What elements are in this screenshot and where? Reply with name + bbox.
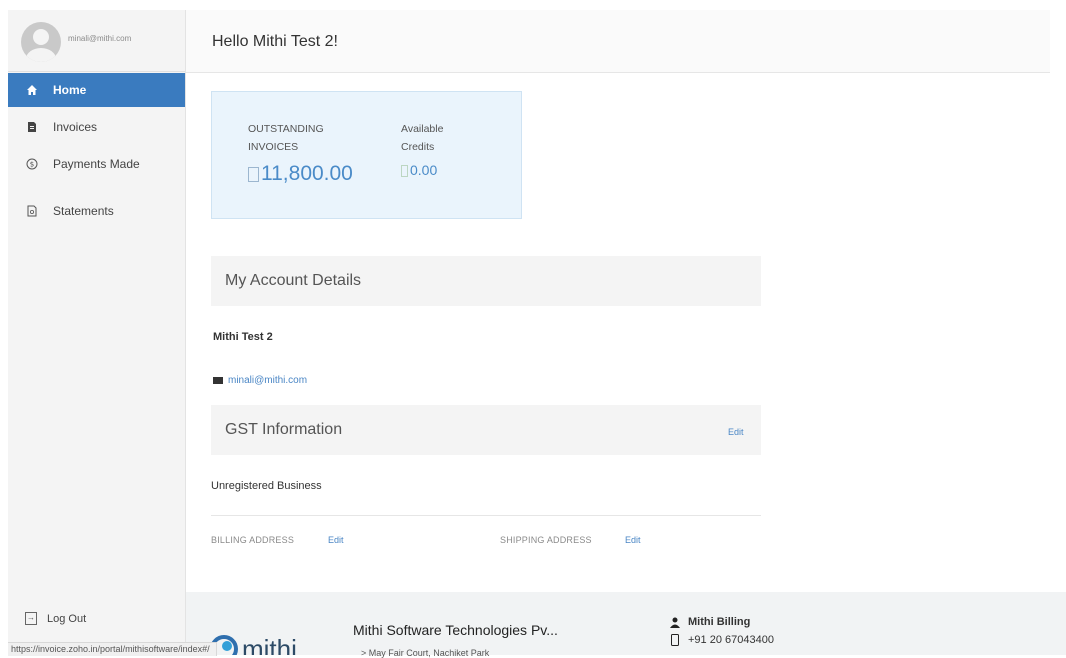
contact-phone: +91 20 67043400: [688, 634, 774, 646]
divider: [211, 515, 761, 516]
profile-email: minali@mithi.com: [68, 34, 132, 43]
gst-edit-link[interactable]: Edit: [728, 427, 744, 437]
shipping-address-edit-link[interactable]: Edit: [625, 535, 641, 545]
profile-section[interactable]: minali@mithi.com: [8, 10, 185, 72]
outstanding-amount[interactable]: 11,800.00: [248, 162, 353, 186]
gst-header: GST Information Edit: [211, 405, 761, 455]
contact-phone-row: +91 20 67043400: [670, 634, 774, 646]
billing-address-label: BILLING ADDRESS: [211, 535, 295, 545]
outstanding-label-line2: INVOICES: [248, 141, 299, 153]
currency-icon: [248, 166, 259, 182]
status-bar-url: https://invoice.zoho.in/portal/mithisoft…: [8, 642, 217, 656]
shipping-address-label: SHIPPING ADDRESS: [500, 535, 592, 545]
sidebar: minali@mithi.com Home Invoices $ Payment…: [8, 10, 186, 655]
billing-address-edit-link[interactable]: Edit: [328, 535, 344, 545]
credits-label-line1: Available: [401, 123, 444, 135]
company-name: Mithi Software Technologies Pv...: [353, 622, 558, 638]
payment-icon: $: [25, 158, 39, 170]
svg-text:$: $: [30, 161, 34, 169]
page-header: Hello Mithi Test 2!: [186, 10, 1050, 73]
credits-value: 0.00: [410, 162, 438, 178]
statement-icon: [25, 205, 39, 217]
email-icon: [213, 377, 223, 384]
page-title: Hello Mithi Test 2!: [212, 33, 338, 50]
company-address: > May Fair Court, Nachiket Park: [361, 648, 490, 658]
sidebar-item-home[interactable]: Home: [8, 73, 185, 107]
logout-icon: →: [25, 612, 37, 625]
sidebar-item-label: Statements: [53, 204, 114, 218]
account-details-header: My Account Details: [211, 256, 761, 306]
home-icon: [25, 84, 39, 96]
avatar[interactable]: [21, 22, 61, 62]
sidebar-item-payments-made[interactable]: $ Payments Made: [8, 147, 185, 181]
account-email: minali@mithi.com: [228, 375, 308, 386]
gst-title: GST Information: [225, 421, 343, 438]
logout-button[interactable]: → Log Out: [25, 612, 86, 625]
contact-name: Mithi Billing: [688, 616, 751, 628]
credits-label-line2: Credits: [401, 141, 435, 153]
credits-amount: 0.00: [401, 162, 437, 178]
footer: mithi Mithi Software Technologies Pv... …: [186, 592, 1066, 658]
sidebar-item-label: Invoices: [53, 120, 98, 134]
sidebar-item-invoices[interactable]: Invoices: [8, 110, 185, 144]
gst-business-type: Unregistered Business: [211, 480, 322, 492]
account-name: Mithi Test 2: [213, 331, 273, 343]
sidebar-item-statements[interactable]: Statements: [8, 194, 185, 228]
contact-name-row: Mithi Billing: [670, 616, 750, 628]
person-icon: [670, 617, 680, 628]
currency-icon: [401, 165, 408, 178]
outstanding-value: 11,800.00: [261, 162, 353, 185]
sidebar-item-label: Payments Made: [53, 157, 140, 171]
logo-text: mithi: [242, 634, 297, 655]
account-details-title: My Account Details: [225, 272, 362, 289]
logout-label: Log Out: [47, 612, 87, 625]
company-logo: mithi: [202, 611, 342, 655]
sidebar-item-label: Home: [53, 83, 87, 97]
summary-card: OUTSTANDING INVOICES 11,800.00 Available…: [211, 91, 522, 219]
phone-icon: [671, 634, 679, 646]
invoice-icon: [25, 121, 39, 133]
account-email-row[interactable]: minali@mithi.com: [213, 375, 307, 386]
outstanding-label-line1: OUTSTANDING: [248, 123, 324, 135]
